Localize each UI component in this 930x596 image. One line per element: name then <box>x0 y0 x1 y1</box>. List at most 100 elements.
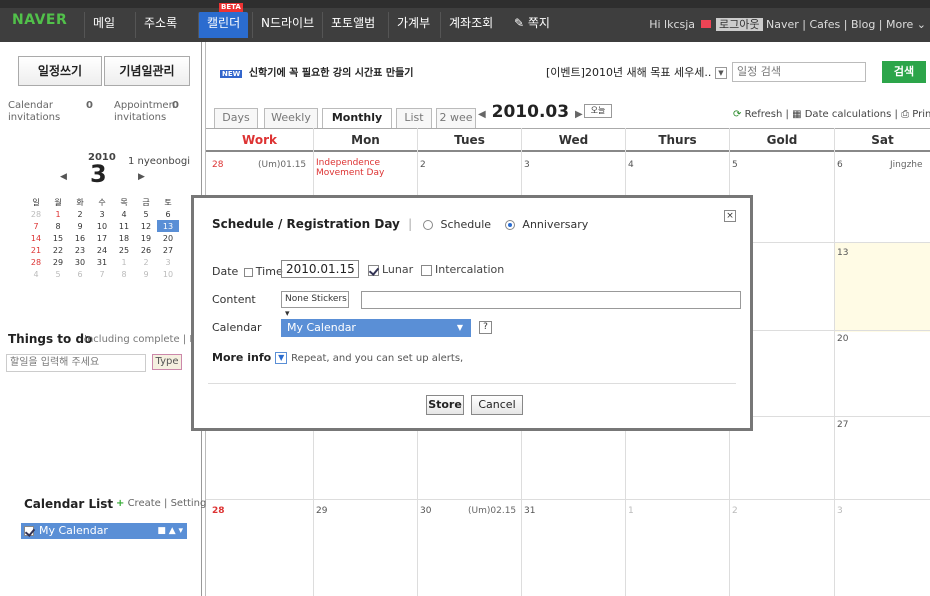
refresh-link[interactable]: Refresh <box>745 109 783 120</box>
lunar-label[interactable]: Lunar <box>382 263 413 276</box>
mini-day[interactable]: 29 <box>47 256 69 268</box>
day-number[interactable]: 28 <box>212 506 225 516</box>
nav-tab-account[interactable]: 계좌조회 <box>440 12 501 38</box>
mini-day[interactable]: 21 <box>25 244 47 256</box>
calculator-icon[interactable]: ▦ <box>792 109 801 120</box>
tab-monthly[interactable]: Monthly <box>322 108 392 128</box>
mini-day[interactable]: 3 <box>157 256 179 268</box>
prev-month-icon[interactable]: ◀ <box>478 109 486 120</box>
my-calendar-item[interactable]: My Calendar ■ ▲ ▾ <box>21 523 187 539</box>
intercalation-label[interactable]: Intercalation <box>435 263 504 276</box>
refresh-icon[interactable]: ⟳ <box>733 109 741 120</box>
promo-banner[interactable]: NEW 신학기에 꼭 필요한 강의 시간표 만들기 <box>220 64 413 79</box>
day-number[interactable]: 3 <box>524 160 530 170</box>
time-checkbox[interactable] <box>243 267 253 277</box>
mini-day[interactable]: 26 <box>135 244 157 256</box>
calendar-select[interactable]: My Calendar ▼ <box>281 319 471 337</box>
next-month-icon[interactable]: ▶ <box>575 109 583 120</box>
mini-day[interactable]: 11 <box>113 220 135 232</box>
schedule-radio[interactable] <box>423 219 434 230</box>
mini-day[interactable]: 16 <box>69 232 91 244</box>
mini-day[interactable]: 10 <box>157 268 179 280</box>
nav-tab-memo[interactable]: ✎ 쪽지 <box>506 12 558 38</box>
lunar-checkbox[interactable] <box>368 264 379 276</box>
help-icon[interactable]: ? <box>479 321 492 334</box>
mini-day[interactable]: 9 <box>69 220 91 232</box>
day-number[interactable]: 6 <box>837 160 843 170</box>
mini-day[interactable]: 24 <box>91 244 113 256</box>
mini-day[interactable]: 9 <box>135 268 157 280</box>
chevron-down-icon[interactable]: ⌄ <box>917 18 926 31</box>
mini-day[interactable]: 4 <box>113 208 135 220</box>
year-view-link[interactable]: 1 nyeonbogi <box>128 156 190 167</box>
tab-two-weeks[interactable]: 2 wee <box>436 108 476 128</box>
day-number[interactable]: 1 <box>628 506 634 516</box>
naver-logo[interactable]: NAVER <box>12 12 67 28</box>
intercalation-option[interactable]: Intercalation <box>421 263 504 276</box>
day-number[interactable]: 29 <box>316 506 327 516</box>
mini-day[interactable]: 25 <box>113 244 135 256</box>
day-number[interactable]: 4 <box>628 160 634 170</box>
sticker-dropdown[interactable]: None Stickers ▾ <box>281 291 349 319</box>
write-schedule-button[interactable]: 일정쓰기 <box>18 56 102 86</box>
day-number[interactable]: 27 <box>837 420 848 430</box>
mini-day[interactable]: 17 <box>91 232 113 244</box>
calendar-setting-link[interactable]: Setting <box>171 498 207 509</box>
mini-day[interactable]: 5 <box>135 208 157 220</box>
tab-days[interactable]: Days <box>214 108 258 128</box>
appointment-invitations-label[interactable]: Appointmen invitations <box>114 100 175 124</box>
print-link[interactable]: Print <box>912 109 930 120</box>
mini-day[interactable]: 6 <box>69 268 91 280</box>
logout-link[interactable]: 로그아웃 <box>716 18 763 31</box>
holiday-label[interactable]: Independence Movement Day <box>316 158 384 178</box>
mini-day[interactable]: 1 <box>47 208 69 220</box>
nav-tab-mail[interactable]: 메일 <box>84 12 123 38</box>
print-icon[interactable]: ⎙ <box>901 109 909 120</box>
time-label[interactable]: Time <box>256 265 283 278</box>
expand-icon[interactable]: ▼ <box>275 352 288 364</box>
create-calendar-link[interactable]: Create <box>128 498 161 509</box>
mini-day[interactable]: 5 <box>47 268 69 280</box>
nav-tab-contacts[interactable]: 주소록 <box>135 12 185 38</box>
calendar-invitations-label[interactable]: Calendar invitations <box>8 100 60 124</box>
store-button[interactable]: Store <box>426 395 464 415</box>
prev-month-icon[interactable]: ◀ <box>60 172 67 182</box>
date-input[interactable]: 2010.01.15 <box>281 260 359 278</box>
next-month-icon[interactable]: ▶ <box>138 172 145 182</box>
mini-day[interactable]: 6 <box>157 208 179 220</box>
anniversary-radio[interactable] <box>505 219 516 230</box>
mini-day-today[interactable]: 13 <box>157 220 179 232</box>
intercalation-checkbox[interactable] <box>421 264 432 276</box>
mini-day[interactable]: 31 <box>91 256 113 268</box>
chevron-down-icon[interactable]: ▼ <box>714 67 727 79</box>
mini-day[interactable]: 12 <box>135 220 157 232</box>
mini-day[interactable]: 28 <box>25 208 47 220</box>
mini-day[interactable]: 30 <box>69 256 91 268</box>
mini-day[interactable]: 8 <box>113 268 135 280</box>
day-number[interactable]: 30 <box>420 506 431 516</box>
mini-day[interactable]: 2 <box>69 208 91 220</box>
mini-day[interactable]: 28 <box>25 256 47 268</box>
day-number[interactable]: 31 <box>524 506 535 516</box>
mini-day[interactable]: 22 <box>47 244 69 256</box>
mini-day[interactable]: 3 <box>91 208 113 220</box>
todo-input[interactable]: 할일을 입력해 주세요 <box>6 354 146 372</box>
lunar-option[interactable]: Lunar <box>368 263 413 276</box>
my-calendar-checkbox[interactable] <box>24 526 34 536</box>
nav-tab-household[interactable]: 가계부 <box>388 12 438 38</box>
content-input[interactable] <box>361 291 741 309</box>
day-number[interactable]: 3 <box>837 506 843 516</box>
mini-day[interactable]: 23 <box>69 244 91 256</box>
close-icon[interactable]: × <box>724 210 736 222</box>
mini-day[interactable]: 7 <box>91 268 113 280</box>
mini-day[interactable]: 19 <box>135 232 157 244</box>
search-button[interactable]: 검색 <box>882 61 926 83</box>
mini-day[interactable]: 27 <box>157 244 179 256</box>
date-calc-link[interactable]: Date calculations <box>805 109 892 120</box>
schedule-radio-label[interactable]: Schedule <box>440 218 491 231</box>
event-banner[interactable]: [이벤트]2010년 새해 목표 세우세.. ▼ <box>546 64 727 80</box>
mini-day[interactable]: 18 <box>113 232 135 244</box>
day-number[interactable]: 13 <box>837 248 848 258</box>
day-number[interactable]: 5 <box>732 160 738 170</box>
today-button[interactable]: 오늘 <box>584 104 612 118</box>
